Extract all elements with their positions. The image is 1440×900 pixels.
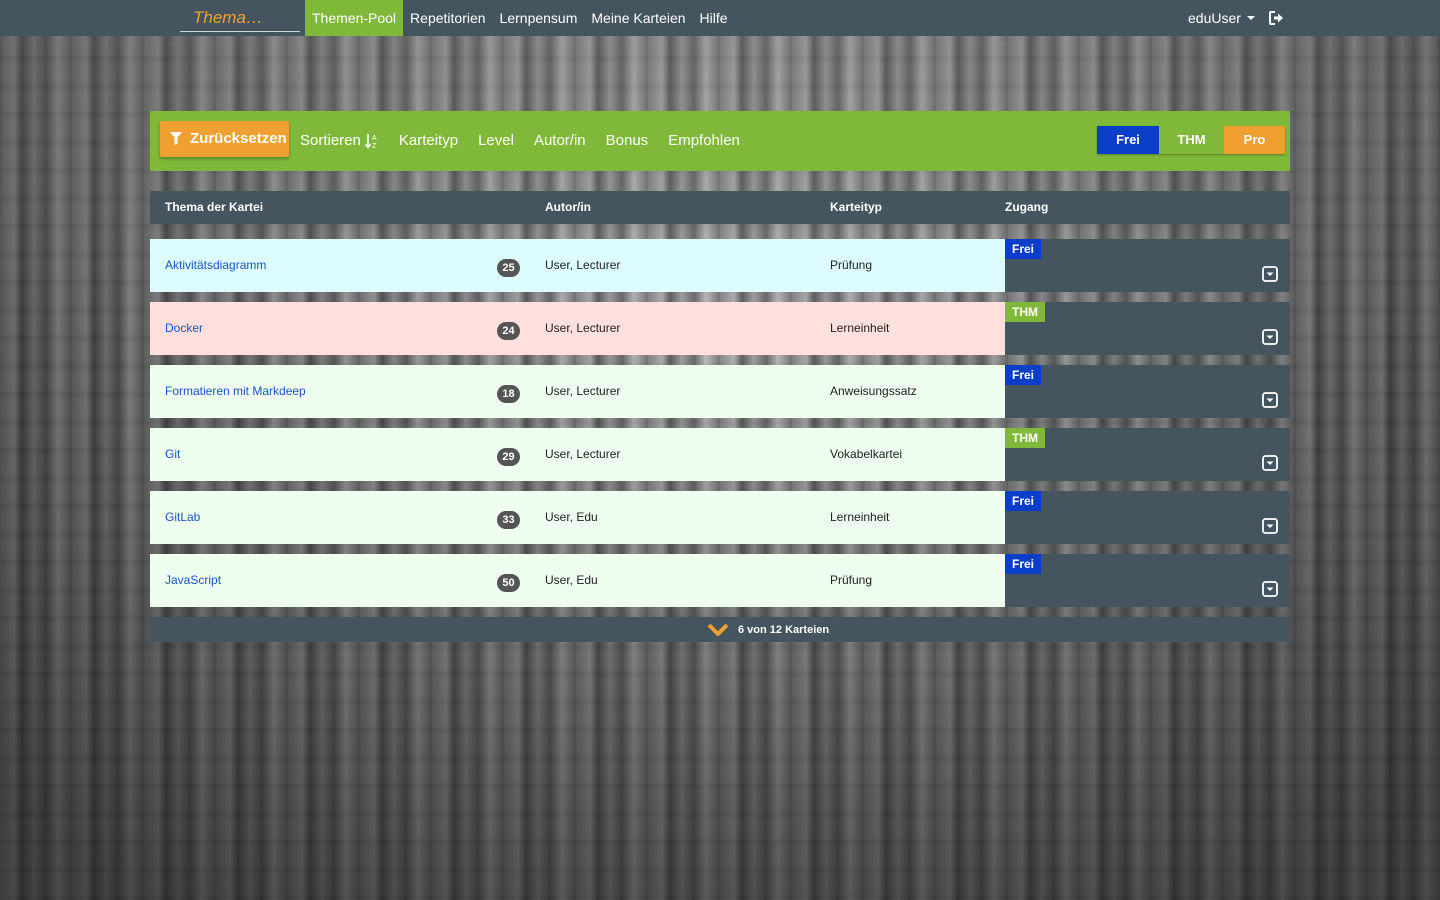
row-author: User, Lecturer: [545, 321, 621, 335]
top-navbar: Thema… Themen-Pool Repetitorien Lernpens…: [0, 0, 1440, 36]
row-type: Vokabelkartei: [830, 447, 903, 461]
access-badge: Frei: [1005, 239, 1042, 259]
header-karteityp[interactable]: Karteityp: [830, 191, 882, 224]
card-count-badge: 18: [497, 385, 520, 403]
caret-down-icon: [1246, 16, 1255, 20]
reset-filter-button[interactable]: Zurücksetzen: [160, 121, 289, 157]
expand-down-icon[interactable]: [1262, 518, 1278, 534]
row-title-link[interactable]: Formatieren mit Markdeep: [165, 365, 306, 418]
table-row[interactable]: Formatieren mit Markdeep 18 User, Lectur…: [150, 365, 1290, 418]
sort-alpha-icon: A Z: [364, 134, 377, 149]
row-title-link[interactable]: JavaScript: [165, 554, 221, 607]
expand-down-icon[interactable]: [1262, 266, 1278, 282]
row-main: Formatieren mit Markdeep 18 User, Lectur…: [150, 365, 1005, 418]
card-count-badge: 25: [497, 259, 520, 277]
row-access-cell: Frei: [1005, 491, 1290, 544]
toggle-pro[interactable]: Pro: [1224, 126, 1285, 154]
filter-level[interactable]: Level: [478, 111, 514, 171]
row-title-link[interactable]: GitLab: [165, 491, 200, 544]
header-zugang[interactable]: Zugang: [1005, 191, 1048, 224]
filter-icon: [170, 132, 182, 145]
load-more-bar[interactable]: 6 von 12 Karteien: [150, 617, 1290, 642]
load-more-inner: 6 von 12 Karteien: [707, 617, 829, 642]
row-type: Lerneinheit: [830, 510, 890, 524]
row-access-cell: Frei: [1005, 239, 1290, 292]
table-header: Thema der Kartei Autor/in Karteityp Zuga…: [150, 191, 1290, 224]
table-row[interactable]: Docker 24 User, Lecturer Lerneinheit THM: [150, 302, 1290, 355]
nav-themen-pool[interactable]: Themen-Pool: [305, 0, 404, 36]
row-type: Lerneinheit: [830, 321, 890, 335]
filter-sort-label: Sortieren: [300, 132, 361, 149]
expand-down-icon[interactable]: [1262, 581, 1278, 597]
card-count-badge: 29: [497, 448, 520, 466]
access-badge: THM: [1005, 302, 1045, 322]
expand-down-icon[interactable]: [1262, 455, 1278, 471]
row-author: User, Edu: [545, 510, 598, 524]
access-toggle: Frei THM Pro: [1097, 126, 1285, 154]
table-row[interactable]: JavaScript 50 User, Edu Prüfung Frei: [150, 554, 1290, 607]
row-main: Git 29 User, Lecturer Vokabelkartei: [150, 428, 1005, 481]
card-count-badge: 33: [497, 511, 520, 529]
access-badge: Frei: [1005, 491, 1042, 511]
toggle-frei[interactable]: Frei: [1097, 126, 1159, 154]
row-main: JavaScript 50 User, Edu Prüfung: [150, 554, 1005, 607]
user-name: eduUser: [1188, 10, 1241, 26]
row-title-link[interactable]: Git: [165, 428, 180, 481]
logout-icon[interactable]: [1268, 10, 1284, 26]
row-access-cell: Frei: [1005, 554, 1290, 607]
filter-empfohlen[interactable]: Empfohlen: [668, 111, 740, 171]
filter-bonus[interactable]: Bonus: [606, 111, 649, 171]
row-type: Prüfung: [830, 573, 873, 587]
row-author: User, Lecturer: [545, 258, 621, 272]
filter-bar: Zurücksetzen Sortieren A Z Karteityp Lev…: [150, 111, 1290, 171]
header-thema[interactable]: Thema der Kartei: [165, 191, 263, 224]
filter-karteityp[interactable]: Karteityp: [399, 111, 458, 171]
header-autor[interactable]: Autor/in: [545, 191, 591, 224]
row-access-cell: Frei: [1005, 365, 1290, 418]
card-count-badge: 50: [497, 574, 520, 592]
row-type: Anweisungssatz: [830, 384, 917, 398]
svg-text:A: A: [372, 135, 377, 142]
nav-meine-karteien[interactable]: Meine Karteien: [584, 0, 692, 36]
user-menu[interactable]: eduUser: [1188, 0, 1255, 36]
nav-hilfe[interactable]: Hilfe: [693, 0, 735, 36]
row-title-link[interactable]: Aktivitätsdiagramm: [165, 239, 266, 292]
row-main: GitLab 33 User, Edu Lerneinheit: [150, 491, 1005, 544]
filter-items: Sortieren A Z Karteityp Level Autor/in B…: [300, 111, 760, 171]
row-access-cell: THM: [1005, 302, 1290, 355]
access-badge: Frei: [1005, 365, 1042, 385]
row-main: Docker 24 User, Lecturer Lerneinheit: [150, 302, 1005, 355]
table-row[interactable]: GitLab 33 User, Edu Lerneinheit Frei: [150, 491, 1290, 544]
row-author: User, Edu: [545, 573, 598, 587]
brand-search[interactable]: Thema…: [180, 4, 300, 32]
chevron-down-icon: [707, 623, 729, 636]
filter-autor[interactable]: Autor/in: [534, 111, 586, 171]
row-author: User, Lecturer: [545, 384, 621, 398]
nav-links: Themen-Pool Repetitorien Lernpensum Mein…: [305, 0, 735, 36]
access-badge: Frei: [1005, 554, 1042, 574]
nav-lernpensum[interactable]: Lernpensum: [493, 0, 585, 36]
table-row[interactable]: Aktivitätsdiagramm 25 User, Lecturer Prü…: [150, 239, 1290, 292]
row-type: Prüfung: [830, 258, 873, 272]
card-count-badge: 24: [497, 322, 520, 340]
expand-down-icon[interactable]: [1262, 329, 1278, 345]
svg-text:Z: Z: [372, 143, 377, 149]
row-title-link[interactable]: Docker: [165, 302, 203, 355]
nav-repetitorien[interactable]: Repetitorien: [403, 0, 493, 36]
row-access-cell: THM: [1005, 428, 1290, 481]
filter-sort[interactable]: Sortieren A Z: [300, 111, 379, 171]
load-more-label: 6 von 12 Karteien: [738, 623, 830, 636]
row-author: User, Lecturer: [545, 447, 621, 461]
reset-label: Zurücksetzen: [190, 130, 287, 147]
row-main: Aktivitätsdiagramm 25 User, Lecturer Prü…: [150, 239, 1005, 292]
expand-down-icon[interactable]: [1262, 392, 1278, 408]
table-row[interactable]: Git 29 User, Lecturer Vokabelkartei THM: [150, 428, 1290, 481]
toggle-thm[interactable]: THM: [1159, 126, 1224, 154]
access-badge: THM: [1005, 428, 1045, 448]
